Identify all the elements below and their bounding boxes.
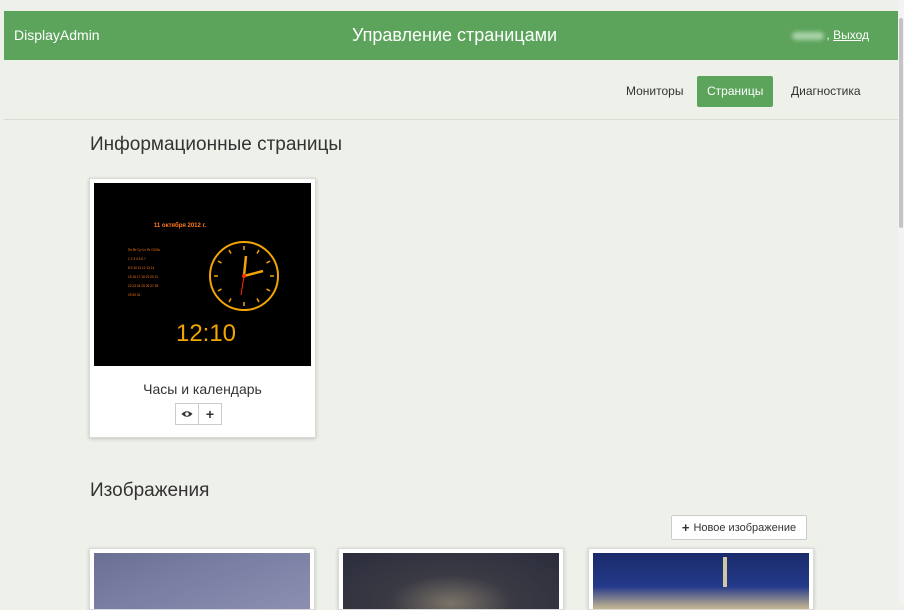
new-image-button[interactable]: + Новое изображение [671, 515, 807, 540]
sub-navigation: Мониторы Страницы Диагностика [4, 60, 904, 120]
image-card-3[interactable] [588, 548, 814, 610]
preview-button[interactable] [175, 403, 199, 425]
page-card-clock: 11 октября 2012 г. Пн Вт Ср Чт Пт Сб Вс … [89, 178, 316, 438]
image-card-2[interactable] [338, 548, 564, 610]
clock-preview-image: 11 октября 2012 г. Пн Вт Ср Чт Пт Сб Вс … [128, 222, 279, 347]
top-header: DisplayAdmin Управление страницами , Вых… [4, 11, 904, 60]
preview-time: 12:10 [176, 320, 236, 347]
image-thumbnail [593, 553, 809, 609]
image-card-1[interactable] [89, 548, 315, 610]
user-area: , Выход [792, 28, 869, 42]
preview-week-3: 15 16 17 18 19 20 21 [128, 275, 158, 279]
image-thumbnail [94, 553, 310, 609]
tower-shape [723, 557, 727, 587]
scrollbar[interactable] [898, 0, 904, 603]
username-blurred [792, 31, 825, 40]
preview-date: 11 октября 2012 г. [154, 222, 206, 229]
plus-icon: + [205, 406, 215, 422]
add-page-button[interactable]: + [198, 403, 222, 425]
preview-week-4: 22 23 24 25 26 27 28 [128, 284, 158, 288]
plus-icon: + [681, 520, 690, 535]
minute-hand [242, 255, 248, 277]
scrollbar-thumb[interactable] [899, 18, 903, 228]
nav-monitors[interactable]: Мониторы [616, 76, 693, 107]
eye-icon [181, 411, 193, 417]
hour-hand [243, 269, 264, 278]
preview-week-1: 1 2 3 4 5 6 7 [128, 257, 146, 261]
page-title: Управление страницами [351, 25, 558, 45]
info-pages-heading: Информационные страницы [90, 134, 343, 155]
images-heading: Изображения [90, 480, 210, 501]
nav-diagnostics[interactable]: Диагностика [781, 76, 871, 107]
logout-link[interactable]: Выход [833, 28, 869, 42]
preview-week-5: 29 30 31 [128, 293, 141, 297]
preview-week-2: 8 9 10 11 12 13 14 [128, 266, 155, 270]
image-thumbnail [343, 553, 559, 609]
card-actions: + [175, 403, 222, 425]
clock-preview[interactable]: 11 октября 2012 г. Пн Вт Ср Чт Пт Сб Вс … [94, 183, 311, 366]
second-hand [240, 275, 245, 296]
card-title: Часы и календарь [143, 381, 262, 397]
nav-pages[interactable]: Страницы [697, 76, 774, 107]
new-image-label: Новое изображение [693, 521, 797, 534]
preview-weekdays: Пн Вт Ср Чт Пт Сб Вс [128, 248, 161, 252]
